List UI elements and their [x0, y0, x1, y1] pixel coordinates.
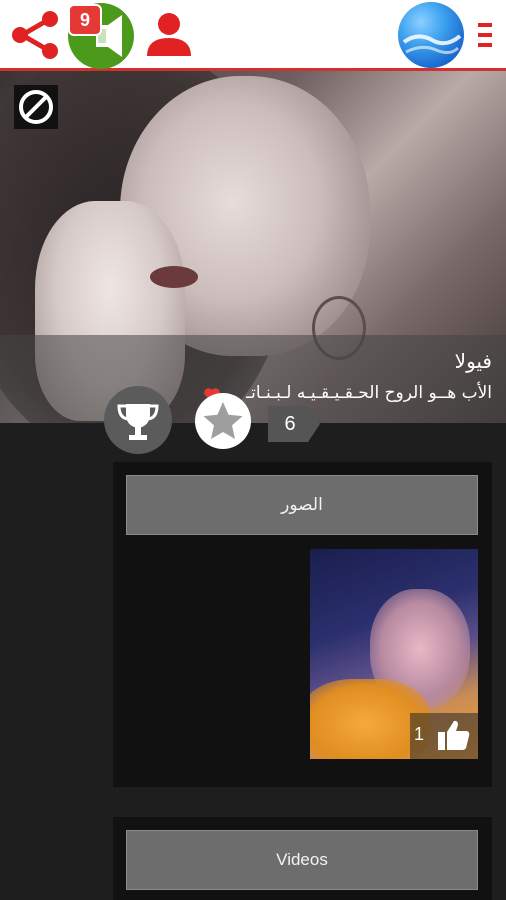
trophy-button[interactable] [104, 386, 172, 454]
menu-icon[interactable] [476, 20, 494, 50]
user-icon[interactable] [145, 10, 193, 58]
notification-badge: 9 [68, 4, 102, 36]
rating-count: 6 [284, 413, 296, 435]
photos-section-button[interactable]: الصور [126, 475, 478, 535]
videos-section-button[interactable]: Videos [126, 830, 478, 890]
profile-status: الأب هــو الروح الحـقـيـقـيـه لـبـنـاتـ [246, 383, 492, 403]
trophy-icon [117, 404, 159, 440]
block-icon [19, 90, 53, 124]
star-icon [203, 402, 243, 439]
block-button[interactable] [14, 85, 58, 129]
profile-caption [0, 335, 506, 423]
earth-icon[interactable] [398, 2, 464, 68]
like-count: 1 [414, 724, 425, 744]
thumbs-up-icon[interactable] [436, 718, 472, 752]
top-bar: 9 [0, 0, 506, 71]
photo-shape [150, 266, 198, 288]
earth-waves [402, 34, 462, 55]
rate-button[interactable] [195, 393, 251, 449]
profile-name: فيولا [454, 349, 492, 373]
share-icon[interactable] [10, 10, 60, 60]
